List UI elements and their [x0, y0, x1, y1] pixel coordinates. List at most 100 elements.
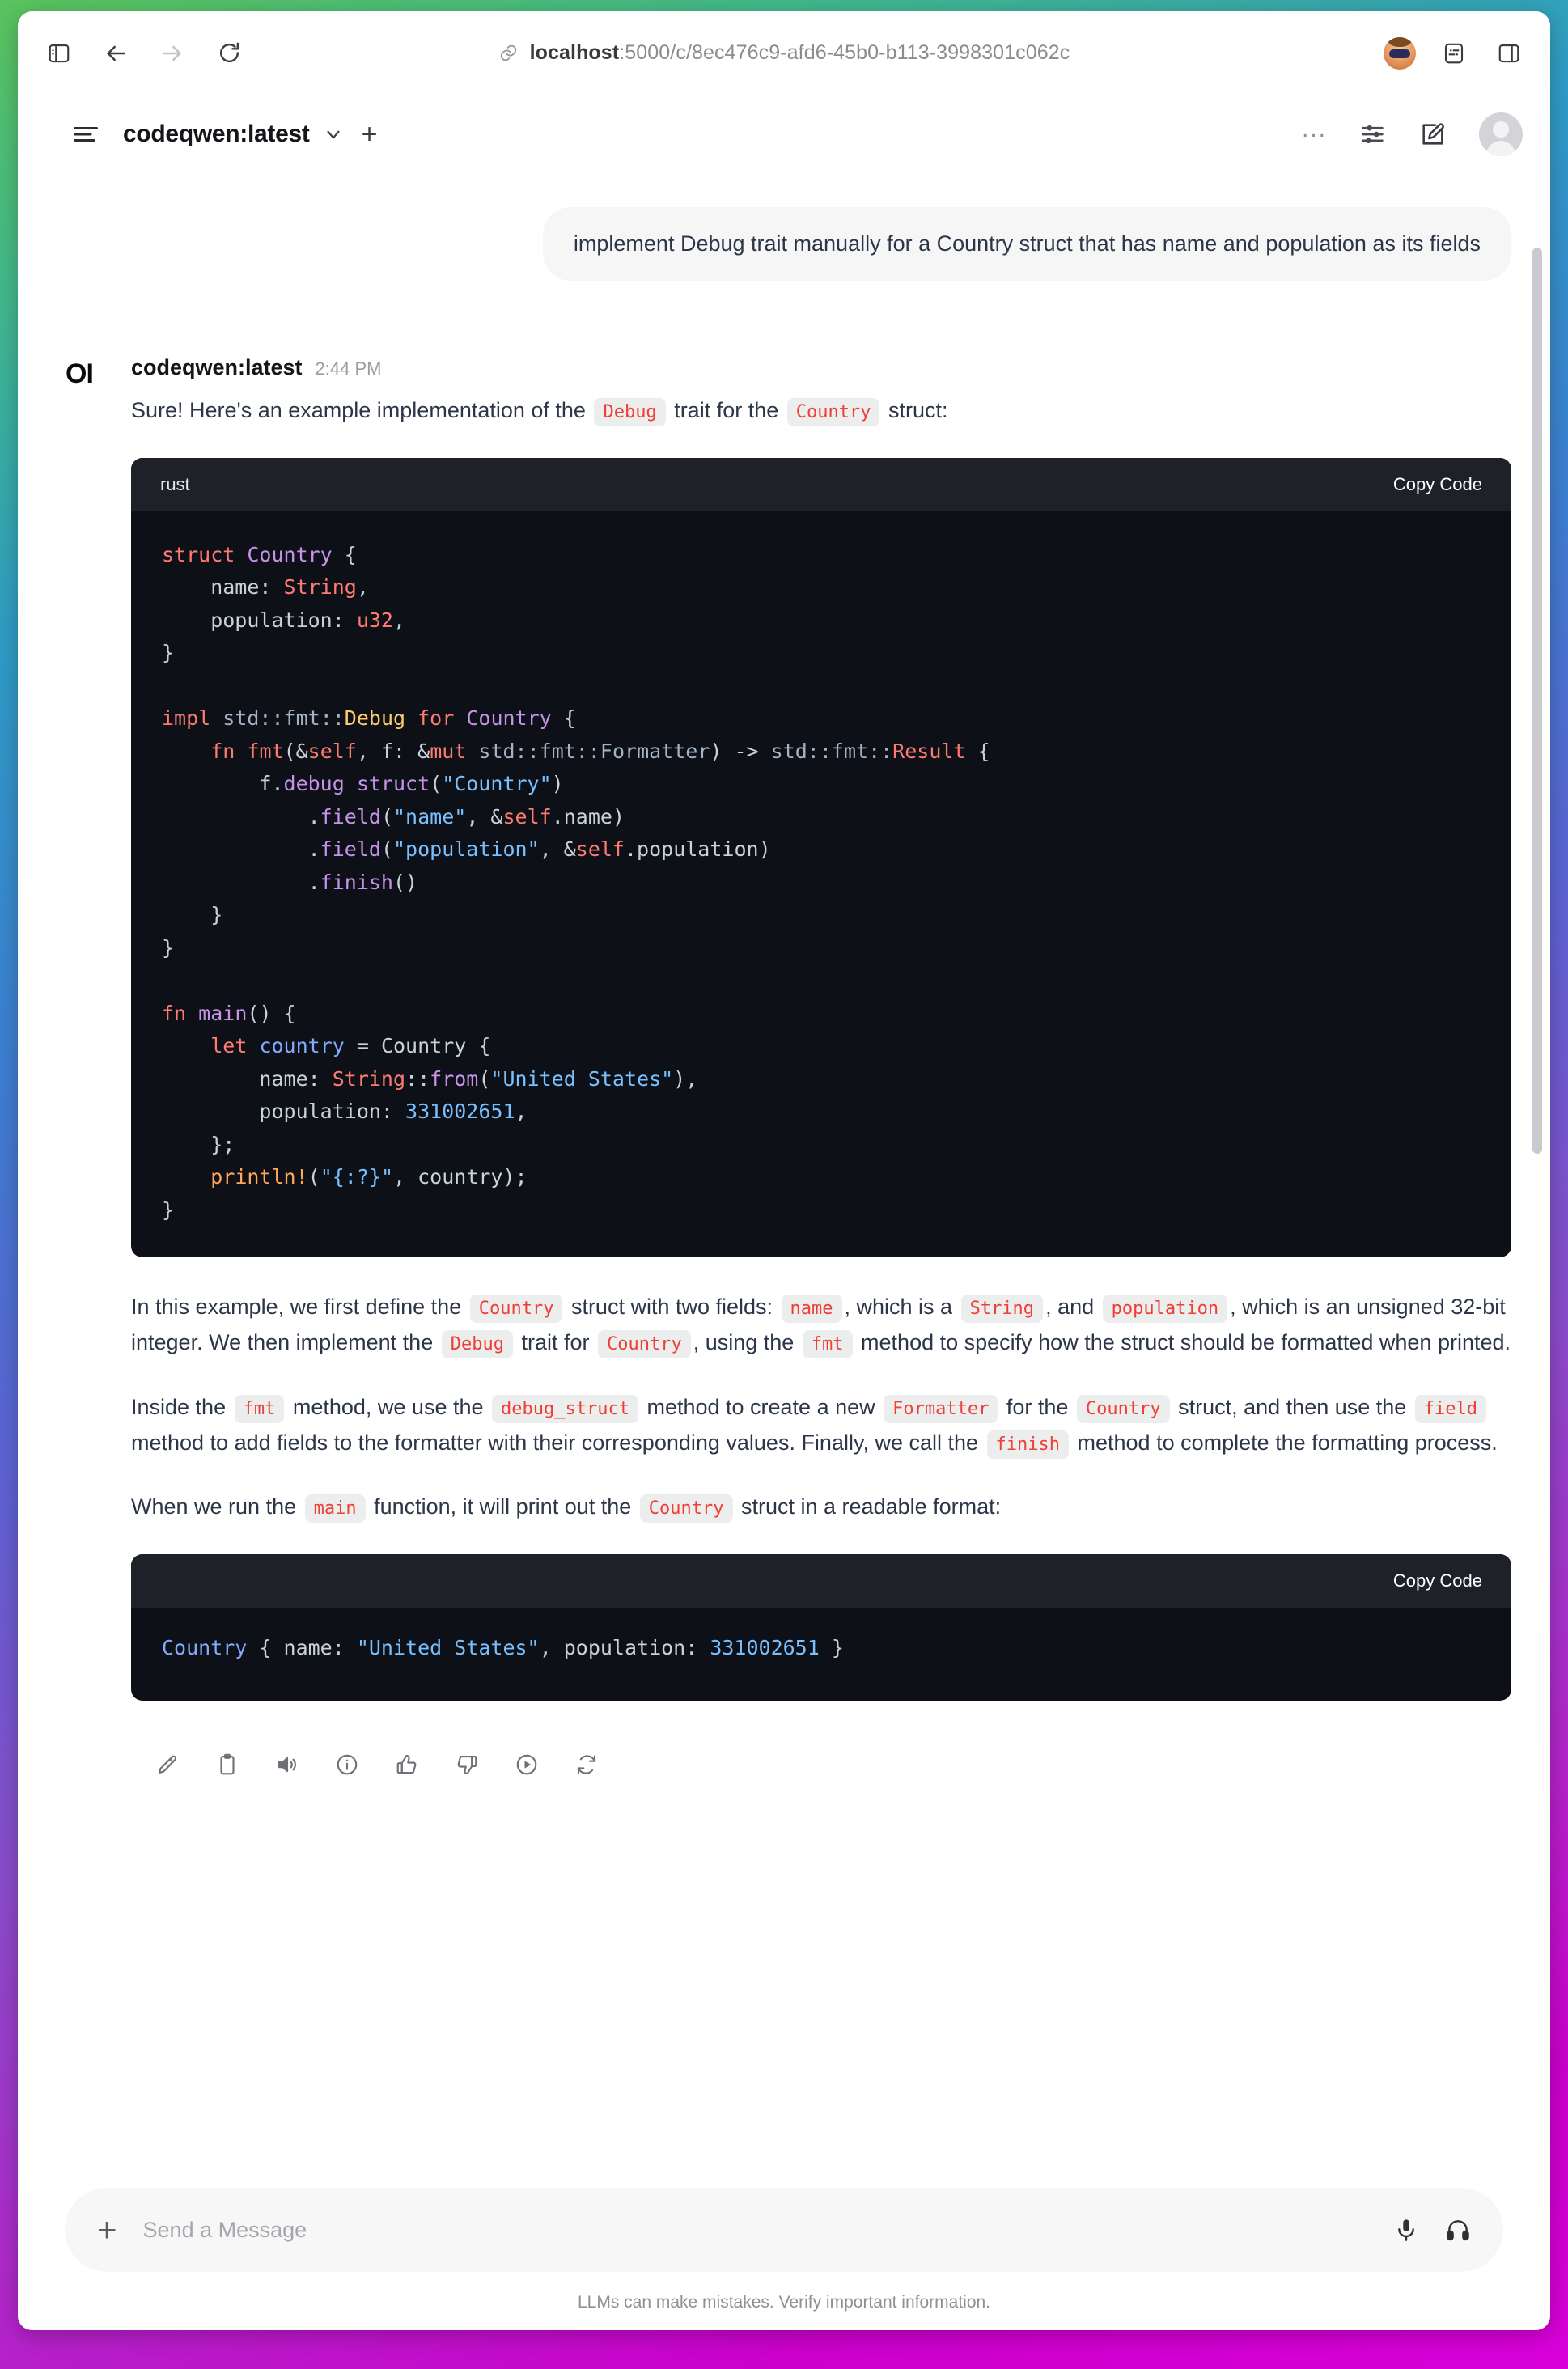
attach-plus-button[interactable]: + — [97, 2213, 117, 2247]
assistant-timestamp: 2:44 PM — [315, 358, 382, 379]
p2-text-2: struct with two fields: — [565, 1295, 779, 1320]
assistant-message-row: OI codeqwen:latest 2:44 PM Sure! Here's … — [57, 281, 1511, 1782]
p2-text-6: trait for — [515, 1330, 595, 1355]
p2-text-1: In this example, we first define the — [131, 1295, 468, 1320]
inline-code-country-5: Country — [639, 1494, 733, 1524]
inline-code-country-4: Country — [1076, 1394, 1170, 1423]
p3-text-4: for the — [1000, 1394, 1074, 1419]
address-bar[interactable]: localhost:5000/c/8ec476c9-afd6-45b0-b113… — [498, 41, 1070, 65]
output-rest-2: , population: — [539, 1636, 710, 1660]
inline-code-population: population — [1102, 1295, 1228, 1324]
code-block-header: rust Copy Code — [131, 457, 1511, 511]
new-chat-button[interactable]: + — [362, 121, 378, 148]
explanation-paragraph-2: Inside the fmt method, we use the debug_… — [131, 1390, 1511, 1460]
disclaimer-text: LLMs can make mistakes. Verify important… — [577, 2293, 991, 2312]
output-name-value: "United States" — [356, 1636, 540, 1660]
p2-text-4: , and — [1045, 1295, 1100, 1320]
inline-code-main: main — [304, 1494, 366, 1524]
inline-code-fmt: fmt — [802, 1330, 853, 1359]
inline-code-debug: Debug — [594, 398, 666, 427]
inline-code-formatter: Formatter — [884, 1394, 998, 1423]
user-message-bubble: implement Debug trait manually for a Cou… — [542, 207, 1511, 282]
inline-code-debug-2: Debug — [441, 1330, 513, 1359]
reload-icon[interactable] — [212, 36, 246, 70]
intro-text-2: trait for the — [667, 398, 785, 423]
p2-text-8: method to specify how the struct should … — [854, 1330, 1511, 1355]
edit-icon[interactable] — [149, 1746, 186, 1783]
play-circle-icon[interactable] — [508, 1746, 545, 1783]
profile-extension-icon[interactable] — [1384, 36, 1416, 70]
sliders-icon[interactable] — [1359, 121, 1387, 148]
extensions-icon[interactable] — [1437, 36, 1471, 70]
assistant-avatar: OI — [57, 355, 102, 1782]
inline-code-field: field — [1414, 1394, 1487, 1423]
intro-text-3: struct: — [882, 398, 948, 423]
inline-code-country: Country — [786, 398, 880, 427]
ollama-logo-icon: OI — [66, 358, 94, 390]
scrollbar-track[interactable] — [1532, 173, 1542, 2168]
inline-code-string: String — [960, 1295, 1044, 1324]
code-block-output: Copy Code Country { name: "United States… — [131, 1554, 1511, 1701]
link-icon — [498, 43, 519, 63]
app-header: codeqwen:latest + ... — [18, 95, 1550, 173]
code-block-content: struct Country { name: String, populatio… — [162, 542, 990, 1222]
chevron-down-icon[interactable] — [323, 124, 344, 145]
side-panel-icon[interactable] — [1492, 36, 1526, 70]
assistant-intro-paragraph: Sure! Here's an example implementation o… — [131, 393, 1511, 429]
info-icon[interactable] — [328, 1746, 366, 1783]
p3-text-1: Inside the — [131, 1394, 232, 1419]
p2-text-7: , using the — [693, 1330, 800, 1355]
inline-code-country-2: Country — [469, 1295, 563, 1324]
p3-text-5: struct, and then use the — [1172, 1394, 1413, 1419]
chat-scroll-area[interactable]: implement Debug trait manually for a Cou… — [18, 173, 1550, 2168]
copy-icon[interactable] — [209, 1746, 246, 1783]
regenerate-icon[interactable] — [568, 1746, 605, 1783]
more-options-button[interactable]: ... — [1302, 117, 1327, 151]
intro-text-1: Sure! Here's an example implementation o… — [131, 398, 592, 423]
code-block-rust: rust Copy Code struct Country { name: St… — [131, 457, 1511, 1258]
compose-icon[interactable] — [1419, 121, 1447, 148]
output-rest-3: } — [819, 1636, 844, 1660]
headphones-icon[interactable] — [1445, 2217, 1471, 2243]
explanation-paragraph-3: When we run the main function, it will p… — [131, 1490, 1511, 1525]
address-bar-text: localhost:5000/c/8ec476c9-afd6-45b0-b113… — [530, 41, 1070, 65]
user-avatar-icon[interactable] — [1479, 112, 1523, 156]
inline-code-debug-struct: debug_struct — [492, 1394, 638, 1423]
output-rest-1: { name: — [247, 1636, 357, 1660]
model-name-title[interactable]: codeqwen:latest — [123, 121, 310, 148]
composer-bar[interactable]: + — [65, 2188, 1503, 2272]
hamburger-menu-icon[interactable] — [65, 113, 107, 155]
inline-code-country-3: Country — [597, 1330, 691, 1359]
p3-text-7: method to complete the formatting proces… — [1071, 1430, 1498, 1455]
code-language-label: rust — [160, 473, 190, 494]
thumbs-up-icon[interactable] — [388, 1746, 426, 1783]
browser-window: localhost:5000/c/8ec476c9-afd6-45b0-b113… — [18, 11, 1550, 2330]
browser-toolbar: localhost:5000/c/8ec476c9-afd6-45b0-b113… — [18, 11, 1550, 95]
output-struct-name: Country — [162, 1636, 248, 1660]
p2-text-3: , which is a — [844, 1295, 959, 1320]
url-path: :5000/c/8ec476c9-afd6-45b0-b113-3998301c… — [619, 41, 1070, 64]
thumbs-down-icon[interactable] — [448, 1746, 485, 1783]
p4-text-3: struct in a readable format: — [735, 1494, 1002, 1519]
sidebar-toggle-icon[interactable] — [42, 36, 76, 70]
copy-code-button[interactable]: Copy Code — [1393, 474, 1482, 495]
message-input[interactable] — [142, 2217, 1367, 2243]
desktop-background: localhost:5000/c/8ec476c9-afd6-45b0-b113… — [0, 0, 1568, 2369]
url-host: localhost — [529, 41, 620, 64]
assistant-name: codeqwen:latest — [131, 355, 303, 380]
back-arrow-icon[interactable] — [99, 36, 133, 70]
copy-code-output-button[interactable]: Copy Code — [1393, 1570, 1482, 1591]
speaker-icon[interactable] — [269, 1746, 306, 1783]
user-message-row: implement Debug trait manually for a Cou… — [57, 173, 1511, 282]
output-population-value: 331002651 — [710, 1636, 820, 1660]
inline-code-name: name — [781, 1295, 842, 1324]
inline-code-fmt-2: fmt — [234, 1394, 285, 1423]
explanation-paragraph-1: In this example, we first define the Cou… — [131, 1290, 1511, 1360]
scrollbar-thumb[interactable] — [1532, 248, 1542, 1154]
microphone-icon[interactable] — [1393, 2217, 1419, 2243]
p3-text-6: method to add fields to the formatter wi… — [131, 1430, 985, 1455]
forward-arrow-icon[interactable] — [155, 36, 189, 70]
p3-text-2: method, we use the — [286, 1394, 489, 1419]
composer-area: + LLMs can make mist — [18, 2168, 1550, 2330]
p3-text-3: method to create a new — [640, 1394, 882, 1419]
